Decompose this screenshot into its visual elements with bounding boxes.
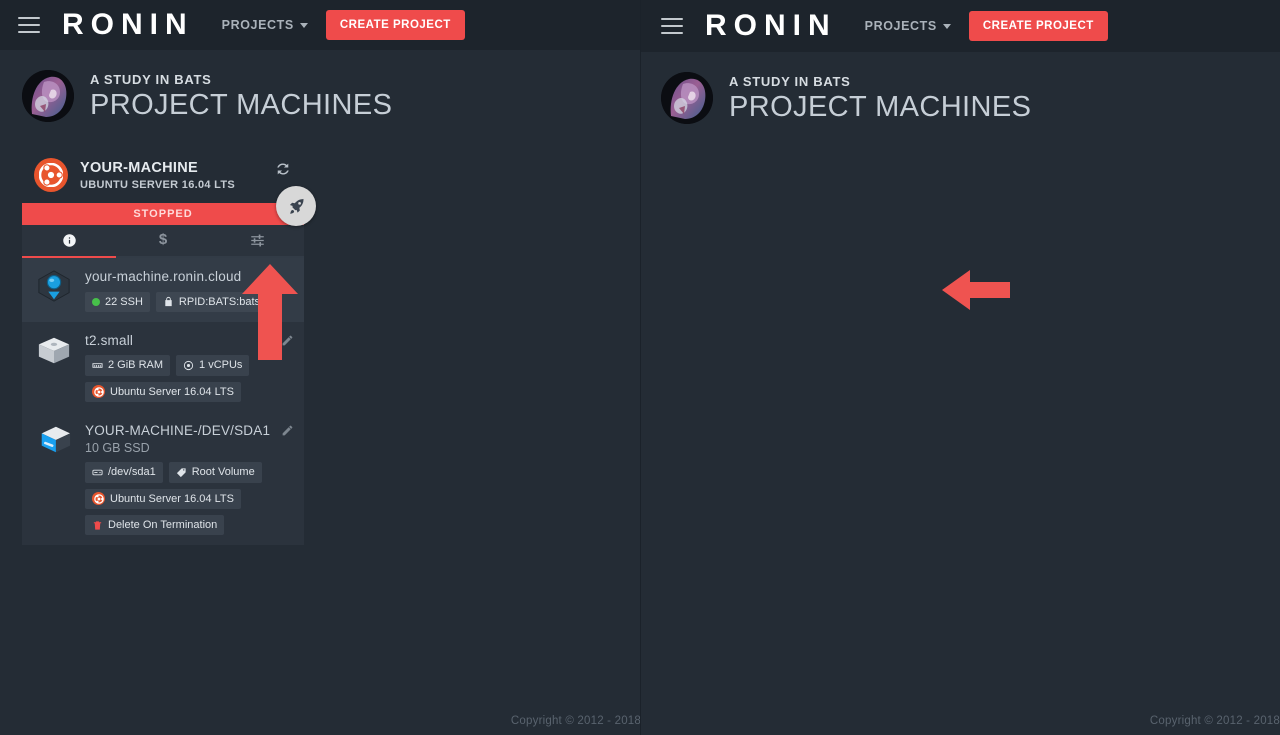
left-panel: RONIN PROJECTS CREATE PROJECT	[0, 0, 640, 735]
instance-type-pills: 2 GiB RAM 1 vCPUs	[85, 355, 294, 375]
ubuntu-icon	[34, 158, 68, 192]
footer-copyright-left: Copyright © 2012 - 2018	[511, 715, 640, 727]
ubuntu-icon	[92, 385, 105, 398]
vcpu-pill: 1 vCPUs	[176, 355, 249, 375]
info-row-volume[interactable]: YOUR-MACHINE-/DEV/SDA1 10 GB SSD /dev/sd…	[22, 412, 304, 545]
machine-name: YOUR-MACHINE	[80, 159, 262, 177]
device-pill: /dev/sda1	[85, 462, 163, 482]
projects-menu-label: PROJECTS	[222, 18, 294, 32]
trash-icon	[92, 520, 103, 531]
machine-identity: YOUR-MACHINE UBUNTU SERVER 16.04 LTS	[80, 159, 262, 191]
ssh-port-pill: 22 SSH	[85, 292, 150, 312]
project-avatar	[22, 70, 74, 122]
volume-pills-2: Ubuntu Server 16.04 LTS	[85, 489, 294, 509]
projects-menu[interactable]: PROJECTS	[865, 19, 951, 33]
hamburger-icon[interactable]	[18, 17, 40, 33]
project-subtitle: A STUDY IN BATS	[90, 72, 392, 87]
tab-billing[interactable]: $	[116, 225, 210, 256]
tab-info[interactable]	[22, 225, 116, 256]
lock-icon	[163, 296, 174, 307]
right-panel: RONIN PROJECTS CREATE PROJECT	[640, 0, 1280, 735]
instance-type-body: t2.small 2 GiB RAM 1 vCPUs	[85, 332, 294, 402]
edit-volume-icon[interactable]	[281, 424, 294, 437]
brand-logo[interactable]: RONIN	[705, 11, 837, 41]
volume-os-label: Ubuntu Server 16.04 LTS	[110, 492, 234, 506]
instance-os-pill: Ubuntu Server 16.04 LTS	[85, 382, 241, 402]
info-row-instance-type[interactable]: t2.small 2 GiB RAM 1 vCPUs	[22, 322, 304, 412]
projects-menu[interactable]: PROJECTS	[222, 18, 308, 32]
rpid-pill: RPID:BATS:bats	[156, 292, 267, 312]
ssh-port-label: 22 SSH	[105, 295, 143, 309]
card-tabs-left: $	[22, 225, 304, 258]
delete-on-termination-label: Delete On Termination	[108, 518, 217, 532]
hostname-text: your-machine.ronin.cloud	[85, 268, 294, 286]
navbar-right: RONIN PROJECTS CREATE PROJECT	[641, 0, 1280, 52]
volume-name: YOUR-MACHINE-/DEV/SDA1	[85, 422, 294, 440]
volume-os-pill: Ubuntu Server 16.04 LTS	[85, 489, 241, 509]
volume-pills-1: /dev/sda1 Root Volume	[85, 462, 294, 482]
device-label: /dev/sda1	[108, 465, 156, 479]
machine-card-header: YOUR-MACHINE UBUNTU SERVER 16.04 LTS	[22, 147, 304, 203]
volume-size: 10 GB SSD	[85, 440, 294, 457]
instance-type-text: t2.small	[85, 332, 294, 350]
edit-instance-type-icon[interactable]	[281, 334, 294, 347]
footer-copyright-right: Copyright © 2012 - 2018	[1150, 715, 1280, 727]
page-title: PROJECT MACHINES	[90, 90, 392, 120]
ubuntu-icon	[92, 492, 105, 505]
ram-pill: 2 GiB RAM	[85, 355, 170, 375]
cpu-icon	[183, 360, 194, 371]
info-row-hostname[interactable]: your-machine.ronin.cloud 22 SSH RPID:BAT…	[22, 258, 304, 322]
brand-logo[interactable]: RONIN	[62, 10, 194, 40]
ram-label: 2 GiB RAM	[108, 358, 163, 372]
project-subtitle: A STUDY IN BATS	[729, 74, 1031, 89]
create-project-button[interactable]: CREATE PROJECT	[969, 11, 1108, 41]
cube-blue-icon	[33, 422, 75, 535]
project-avatar	[661, 72, 713, 124]
project-header-left: A STUDY IN BATS PROJECT MACHINES	[0, 50, 640, 122]
status-badge: STOPPED	[22, 203, 304, 225]
tag-icon	[176, 467, 187, 478]
cube-white-icon	[33, 332, 75, 402]
network-node-icon	[33, 268, 75, 312]
project-heading-text: A STUDY IN BATS PROJECT MACHINES	[90, 72, 392, 120]
hostname-body: your-machine.ronin.cloud 22 SSH RPID:BAT…	[85, 268, 294, 312]
instance-os-pill-line: Ubuntu Server 16.04 LTS	[85, 382, 294, 402]
screenshot-root: RONIN PROJECTS CREATE PROJECT	[0, 0, 1280, 735]
rocket-icon[interactable]	[276, 186, 316, 226]
hdd-icon	[92, 467, 103, 478]
navbar-left: RONIN PROJECTS CREATE PROJECT	[0, 0, 640, 50]
refresh-icon[interactable]	[274, 160, 292, 178]
vcpu-label: 1 vCPUs	[199, 358, 242, 372]
volume-pills-3: Delete On Termination	[85, 515, 294, 535]
chevron-down-icon	[943, 24, 951, 29]
hamburger-icon[interactable]	[661, 18, 683, 34]
rpid-label: RPID:BATS:bats	[179, 295, 260, 309]
machine-card-left: YOUR-MACHINE UBUNTU SERVER 16.04 LTS STO…	[22, 147, 304, 545]
status-dot-icon	[92, 298, 100, 306]
volume-body: YOUR-MACHINE-/DEV/SDA1 10 GB SSD /dev/sd…	[85, 422, 294, 535]
project-header-right: A STUDY IN BATS PROJECT MACHINES	[641, 52, 1280, 124]
memory-icon	[92, 360, 103, 371]
hostname-pills: 22 SSH RPID:BATS:bats	[85, 292, 294, 312]
create-project-button[interactable]: CREATE PROJECT	[326, 10, 465, 40]
delete-on-termination-pill: Delete On Termination	[85, 515, 224, 535]
tab-actions[interactable]	[210, 225, 304, 256]
chevron-down-icon	[300, 23, 308, 28]
root-volume-label: Root Volume	[192, 465, 255, 479]
project-heading-text: A STUDY IN BATS PROJECT MACHINES	[729, 74, 1031, 122]
instance-os-label: Ubuntu Server 16.04 LTS	[110, 385, 234, 399]
projects-menu-label: PROJECTS	[865, 19, 937, 33]
root-volume-pill: Root Volume	[169, 462, 262, 482]
machine-os: UBUNTU SERVER 16.04 LTS	[80, 179, 262, 191]
page-title: PROJECT MACHINES	[729, 92, 1031, 122]
